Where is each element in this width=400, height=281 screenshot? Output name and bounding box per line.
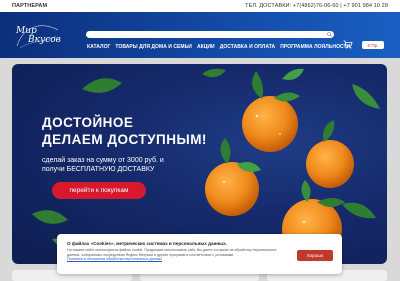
site-logo[interactable]: Мир Вкусов [14, 18, 62, 52]
partners-link[interactable]: ПАРТНЕРАМ [12, 3, 47, 9]
delivery-phones: ТЕЛ. ДОСТАВКИ: +7(4862)76-06-60 | +7 901… [245, 3, 388, 9]
hero-subtitle-line1: сделай заказ на сумму от 3000 руб. и [42, 157, 164, 164]
hero-title-line1: ДОСТОЙНОЕ [42, 115, 134, 130]
nav-item-promotions[interactable]: АКЦИИ [197, 44, 215, 50]
search-input[interactable] [86, 31, 334, 38]
cart-icon[interactable] [343, 40, 353, 49]
hero-subtitle-line2: получи БЕСПЛАТНУЮ ДОСТАВКУ [42, 166, 155, 173]
cookie-text-body: На нашем сайте используются файлы cookie… [67, 248, 277, 257]
search-icon[interactable] [327, 32, 332, 37]
main-nav: КАТАЛОГ ТОВАРЫ ДЛЯ ДОМА И СЕМЬИ АКЦИИ ДО… [87, 44, 350, 50]
cookie-banner: О файлах «Cookies», метрических системах… [57, 234, 342, 274]
header: Мир Вкусов КАТАЛОГ ТОВАРЫ ДЛЯ ДОМА И СЕМ… [0, 12, 400, 58]
cookie-accept-button[interactable]: Хорошо [297, 250, 333, 261]
logo-text-line2: Вкусов [28, 35, 61, 45]
nav-item-delivery-payment[interactable]: ДОСТАВКА И ОПЛАТА [220, 44, 276, 50]
cookie-title: О файлах «Cookies», метрических системах… [67, 241, 227, 246]
top-bar: ПАРТНЕРАМ ТЕЛ. ДОСТАВКИ: +7(4862)76-06-6… [0, 0, 400, 12]
hero-title-line2: ДЕЛАЕМ ДОСТУПНЫМ! [42, 132, 207, 147]
hero-subtitle: сделай заказ на сумму от 3000 руб. и пол… [42, 156, 164, 174]
nav-item-catalog[interactable]: КАТАЛОГ [87, 44, 110, 50]
cookie-text: На нашем сайте используются файлы cookie… [67, 248, 285, 262]
nav-item-home-family[interactable]: ТОВАРЫ ДЛЯ ДОМА И СЕМЬИ [115, 44, 192, 50]
nav-item-loyalty[interactable]: ПРОГРАММА ЛОЯЛЬНОСТИ [280, 44, 350, 50]
privacy-policy-link[interactable]: Политики в отношении обработки персональ… [67, 257, 162, 261]
go-shopping-button[interactable]: перейти к покупкам [52, 182, 146, 199]
hero-title: ДОСТОЙНОЕ ДЕЛАЕМ ДОСТУПНЫМ! [42, 114, 207, 148]
cart-total[interactable]: 0 Пр. [362, 41, 384, 49]
